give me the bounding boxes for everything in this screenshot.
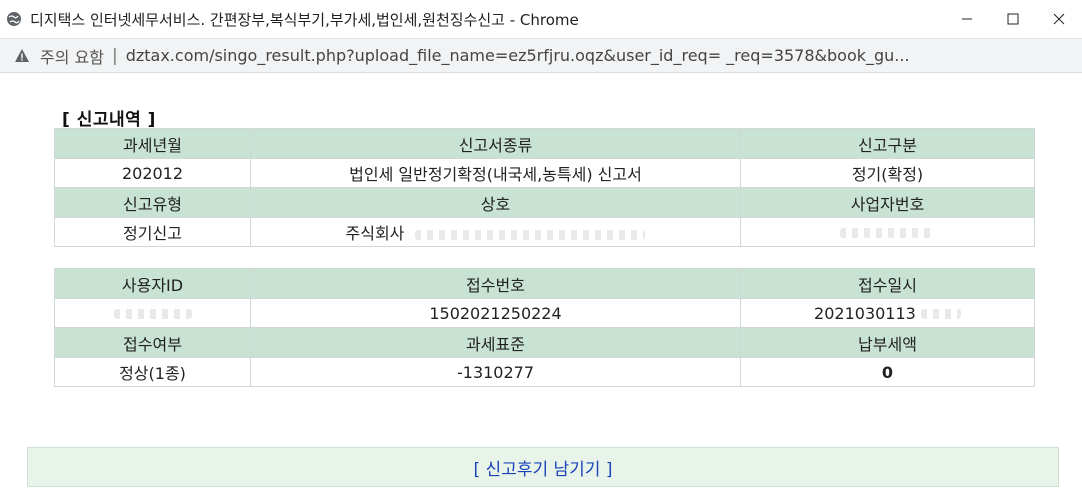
maximize-button[interactable]: [990, 0, 1036, 39]
value-cell: 2021030113: [740, 298, 1035, 328]
value-cell: 0: [740, 357, 1035, 387]
value-cell: 1502021250224: [250, 298, 741, 328]
table-header-row: 과세년월 신고서종류 신고구분: [54, 128, 1035, 159]
url-text[interactable]: dztax.com/singo_result.php?upload_file_n…: [126, 46, 1082, 65]
globe-icon: [7, 12, 21, 26]
company-name: 주식회사: [345, 224, 405, 243]
minimize-icon: [962, 18, 972, 20]
security-label[interactable]: 주의 요함: [40, 44, 104, 68]
value-cell: 법인세 일반정기확정(내국세,농특세) 신고서: [250, 158, 741, 188]
section-title: [ 신고내역 ]: [62, 110, 156, 130]
table-row: 정상(1종) -1310277 0: [54, 357, 1035, 387]
value-cell: 정기신고: [54, 217, 251, 247]
header-cell: 과세표준: [250, 327, 741, 358]
redacted-text: [840, 228, 935, 238]
header-cell: 사용자ID: [54, 268, 251, 299]
header-cell: 신고구분: [740, 128, 1035, 159]
redacted-text: [415, 229, 646, 240]
value-cell: 주식회사: [250, 217, 741, 247]
table-row: 1502021250224 2021030113: [54, 298, 1035, 328]
value-cell: [740, 217, 1035, 247]
write-review-link[interactable]: [ 신고후기 남기기 ]: [474, 455, 613, 480]
header-cell: 접수일시: [740, 268, 1035, 299]
value-cell: -1310277: [250, 357, 741, 387]
report-table-1: 과세년월 신고서종류 신고구분 202012 법인세 일반정기확정(내국세,농특…: [54, 128, 1035, 247]
header-cell: 신고유형: [54, 187, 251, 218]
table-header-row: 사용자ID 접수번호 접수일시: [54, 268, 1035, 299]
close-button[interactable]: [1036, 0, 1082, 39]
redacted-text: [113, 309, 192, 319]
footer-bar: [ 신고후기 남기기 ]: [27, 447, 1059, 487]
window-titlebar: 디지택스 인터넷세무서비스. 간편장부,복식부기,부가세,법인세,원천징수신고 …: [0, 0, 1082, 39]
close-icon: [1053, 13, 1065, 25]
header-cell: 과세년월: [54, 128, 251, 159]
header-cell: 사업자번호: [740, 187, 1035, 218]
header-cell: 상호: [250, 187, 741, 218]
value-cell: [54, 298, 251, 328]
redacted-text: [920, 309, 961, 319]
header-cell: 접수여부: [54, 327, 251, 358]
table-row: 정기신고 주식회사: [54, 217, 1035, 247]
page-content: [ 신고내역 ] 과세년월 신고서종류 신고구분 202012 법인세 일반정기…: [0, 73, 1082, 503]
header-cell: 접수번호: [250, 268, 741, 299]
receipt-datetime: 2021030113: [814, 303, 916, 323]
value-cell: 정상(1종): [54, 357, 251, 387]
table-header-row: 신고유형 상호 사업자번호: [54, 187, 1035, 218]
minimize-button[interactable]: [944, 0, 990, 39]
maximize-icon: [1007, 13, 1019, 25]
value-cell: 정기(확정): [740, 158, 1035, 188]
table-header-row: 접수여부 과세표준 납부세액: [54, 327, 1035, 358]
window-title: 디지택스 인터넷세무서비스. 간편장부,복식부기,부가세,법인세,원천징수신고 …: [30, 10, 579, 29]
warning-icon: [15, 48, 29, 62]
table-row: 202012 법인세 일반정기확정(내국세,농특세) 신고서 정기(확정): [54, 158, 1035, 188]
report-table-2: 사용자ID 접수번호 접수일시 1502021250224 2021030113…: [54, 268, 1035, 387]
address-bar[interactable]: 주의 요함 | dztax.com/singo_result.php?uploa…: [0, 39, 1082, 73]
header-cell: 납부세액: [740, 327, 1035, 358]
address-separator: |: [111, 45, 118, 66]
value-cell: 202012: [54, 158, 251, 188]
header-cell: 신고서종류: [250, 128, 741, 159]
